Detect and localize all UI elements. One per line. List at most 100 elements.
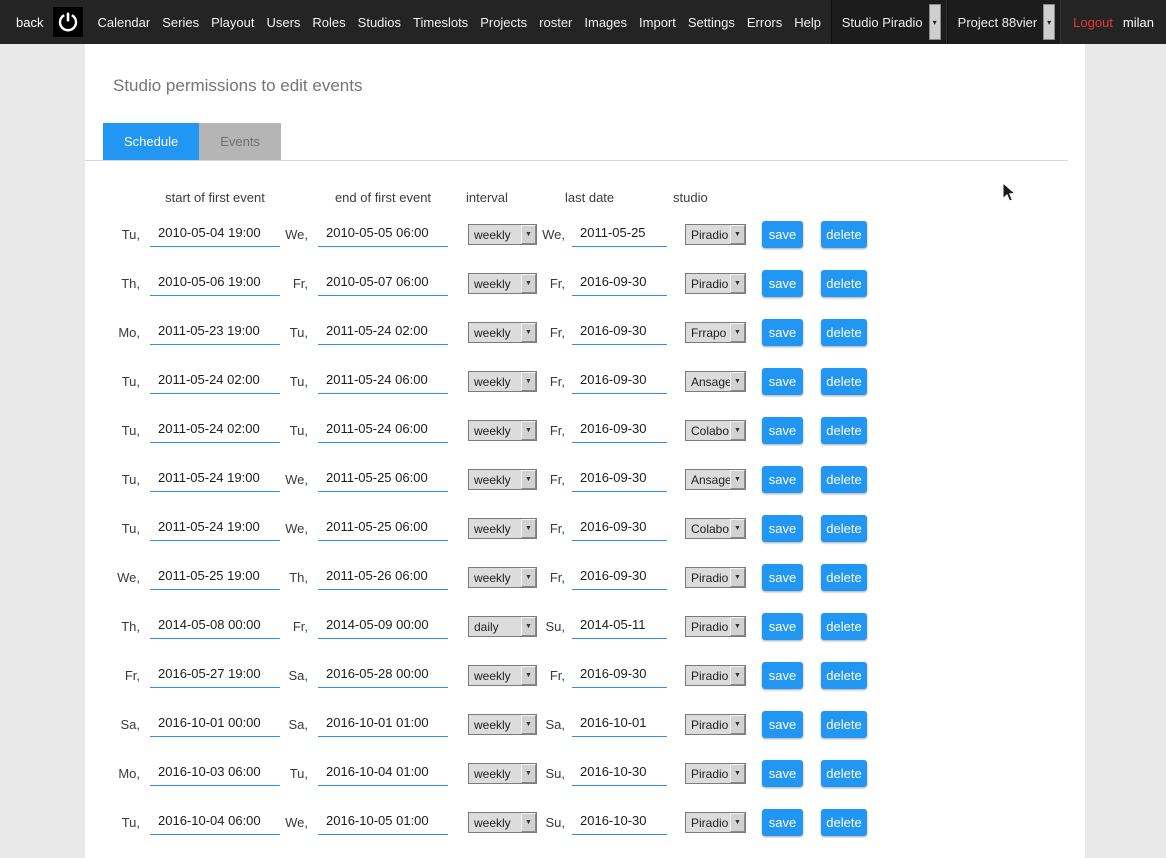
end-input[interactable] (318, 321, 448, 345)
save-button[interactable]: save (762, 221, 803, 248)
save-button[interactable]: save (762, 368, 803, 395)
last-date-input[interactable] (572, 419, 667, 443)
save-button[interactable]: save (762, 270, 803, 297)
last-date-input[interactable] (572, 370, 667, 394)
last-date-input[interactable] (572, 713, 667, 737)
save-button[interactable]: save (762, 613, 803, 640)
interval-select[interactable]: weekly ▼ (468, 469, 537, 490)
tab-events[interactable]: Events (199, 123, 281, 160)
delete-button[interactable]: delete (821, 319, 867, 346)
interval-select[interactable]: weekly ▼ (468, 567, 537, 588)
start-input[interactable] (150, 811, 280, 835)
studio-select[interactable]: Piradio ▼ (685, 616, 746, 637)
nav-item-settings[interactable]: Settings (682, 15, 741, 30)
interval-select[interactable]: weekly ▼ (468, 665, 537, 686)
save-button[interactable]: save (762, 466, 803, 493)
last-date-input[interactable] (572, 811, 667, 835)
start-input[interactable] (150, 370, 280, 394)
end-input[interactable] (318, 419, 448, 443)
studio-select[interactable]: Colabo ▼ (685, 420, 746, 441)
delete-button[interactable]: delete (821, 417, 867, 444)
interval-select[interactable]: weekly ▼ (468, 273, 537, 294)
interval-select[interactable]: daily ▼ (468, 616, 537, 637)
interval-select[interactable]: weekly ▼ (468, 812, 537, 833)
studio-select[interactable]: Piradio ▼ (685, 567, 746, 588)
end-input[interactable] (318, 370, 448, 394)
nav-item-calendar[interactable]: Calendar (91, 15, 156, 30)
end-input[interactable] (318, 615, 448, 639)
interval-select[interactable]: weekly ▼ (468, 763, 537, 784)
nav-item-playout[interactable]: Playout (205, 15, 260, 30)
nav-item-projects[interactable]: Projects (474, 15, 533, 30)
studio-select[interactable]: Ansage ▼ (685, 371, 746, 392)
nav-item-series[interactable]: Series (156, 15, 205, 30)
nav-item-import[interactable]: Import (633, 15, 682, 30)
delete-button[interactable]: delete (821, 711, 867, 738)
nav-item-images[interactable]: Images (578, 15, 633, 30)
last-date-input[interactable] (572, 321, 667, 345)
last-date-input[interactable] (572, 762, 667, 786)
end-input[interactable] (318, 468, 448, 492)
app-logo[interactable] (53, 7, 83, 37)
save-button[interactable]: save (762, 711, 803, 738)
nav-item-users[interactable]: Users (260, 15, 306, 30)
nav-item-roster[interactable]: roster (533, 15, 578, 30)
start-input[interactable] (150, 321, 280, 345)
nav-item-studios[interactable]: Studios (352, 15, 407, 30)
studio-select[interactable]: Piradio ▼ (685, 224, 746, 245)
save-button[interactable]: save (762, 564, 803, 591)
project-select-nav[interactable]: Project 88vier ▾ (947, 0, 1061, 44)
delete-button[interactable]: delete (821, 221, 867, 248)
last-date-input[interactable] (572, 615, 667, 639)
interval-select[interactable]: weekly ▼ (468, 518, 537, 539)
interval-select[interactable]: weekly ▼ (468, 420, 537, 441)
studio-select[interactable]: Piradio ▼ (685, 763, 746, 784)
start-input[interactable] (150, 664, 280, 688)
save-button[interactable]: save (762, 809, 803, 836)
start-input[interactable] (150, 419, 280, 443)
end-input[interactable] (318, 811, 448, 835)
start-input[interactable] (150, 272, 280, 296)
interval-select[interactable]: weekly ▼ (468, 224, 537, 245)
back-link[interactable]: back (16, 15, 43, 30)
start-input[interactable] (150, 615, 280, 639)
save-button[interactable]: save (762, 319, 803, 346)
nav-item-errors[interactable]: Errors (741, 15, 788, 30)
end-input[interactable] (318, 762, 448, 786)
delete-button[interactable]: delete (821, 809, 867, 836)
start-input[interactable] (150, 223, 280, 247)
end-input[interactable] (318, 272, 448, 296)
end-input[interactable] (318, 664, 448, 688)
last-date-input[interactable] (572, 517, 667, 541)
last-date-input[interactable] (572, 272, 667, 296)
interval-select[interactable]: weekly ▼ (468, 322, 537, 343)
interval-select[interactable]: weekly ▼ (468, 714, 537, 735)
logout-link[interactable]: Logout (1073, 15, 1113, 30)
save-button[interactable]: save (762, 515, 803, 542)
nav-item-timeslots[interactable]: Timeslots (407, 15, 474, 30)
end-input[interactable] (318, 223, 448, 247)
start-input[interactable] (150, 566, 280, 590)
nav-item-roles[interactable]: Roles (306, 15, 351, 30)
studio-select-nav[interactable]: Studio Piradio ▾ (831, 0, 947, 44)
end-input[interactable] (318, 566, 448, 590)
start-input[interactable] (150, 468, 280, 492)
last-date-input[interactable] (572, 223, 667, 247)
delete-button[interactable]: delete (821, 515, 867, 542)
delete-button[interactable]: delete (821, 466, 867, 493)
end-input[interactable] (318, 517, 448, 541)
tab-schedule[interactable]: Schedule (103, 123, 199, 160)
delete-button[interactable]: delete (821, 613, 867, 640)
save-button[interactable]: save (762, 760, 803, 787)
delete-button[interactable]: delete (821, 662, 867, 689)
end-input[interactable] (318, 713, 448, 737)
delete-button[interactable]: delete (821, 368, 867, 395)
start-input[interactable] (150, 713, 280, 737)
studio-select[interactable]: Piradio ▼ (685, 665, 746, 686)
start-input[interactable] (150, 762, 280, 786)
save-button[interactable]: save (762, 662, 803, 689)
last-date-input[interactable] (572, 468, 667, 492)
interval-select[interactable]: weekly ▼ (468, 371, 537, 392)
save-button[interactable]: save (762, 417, 803, 444)
delete-button[interactable]: delete (821, 270, 867, 297)
